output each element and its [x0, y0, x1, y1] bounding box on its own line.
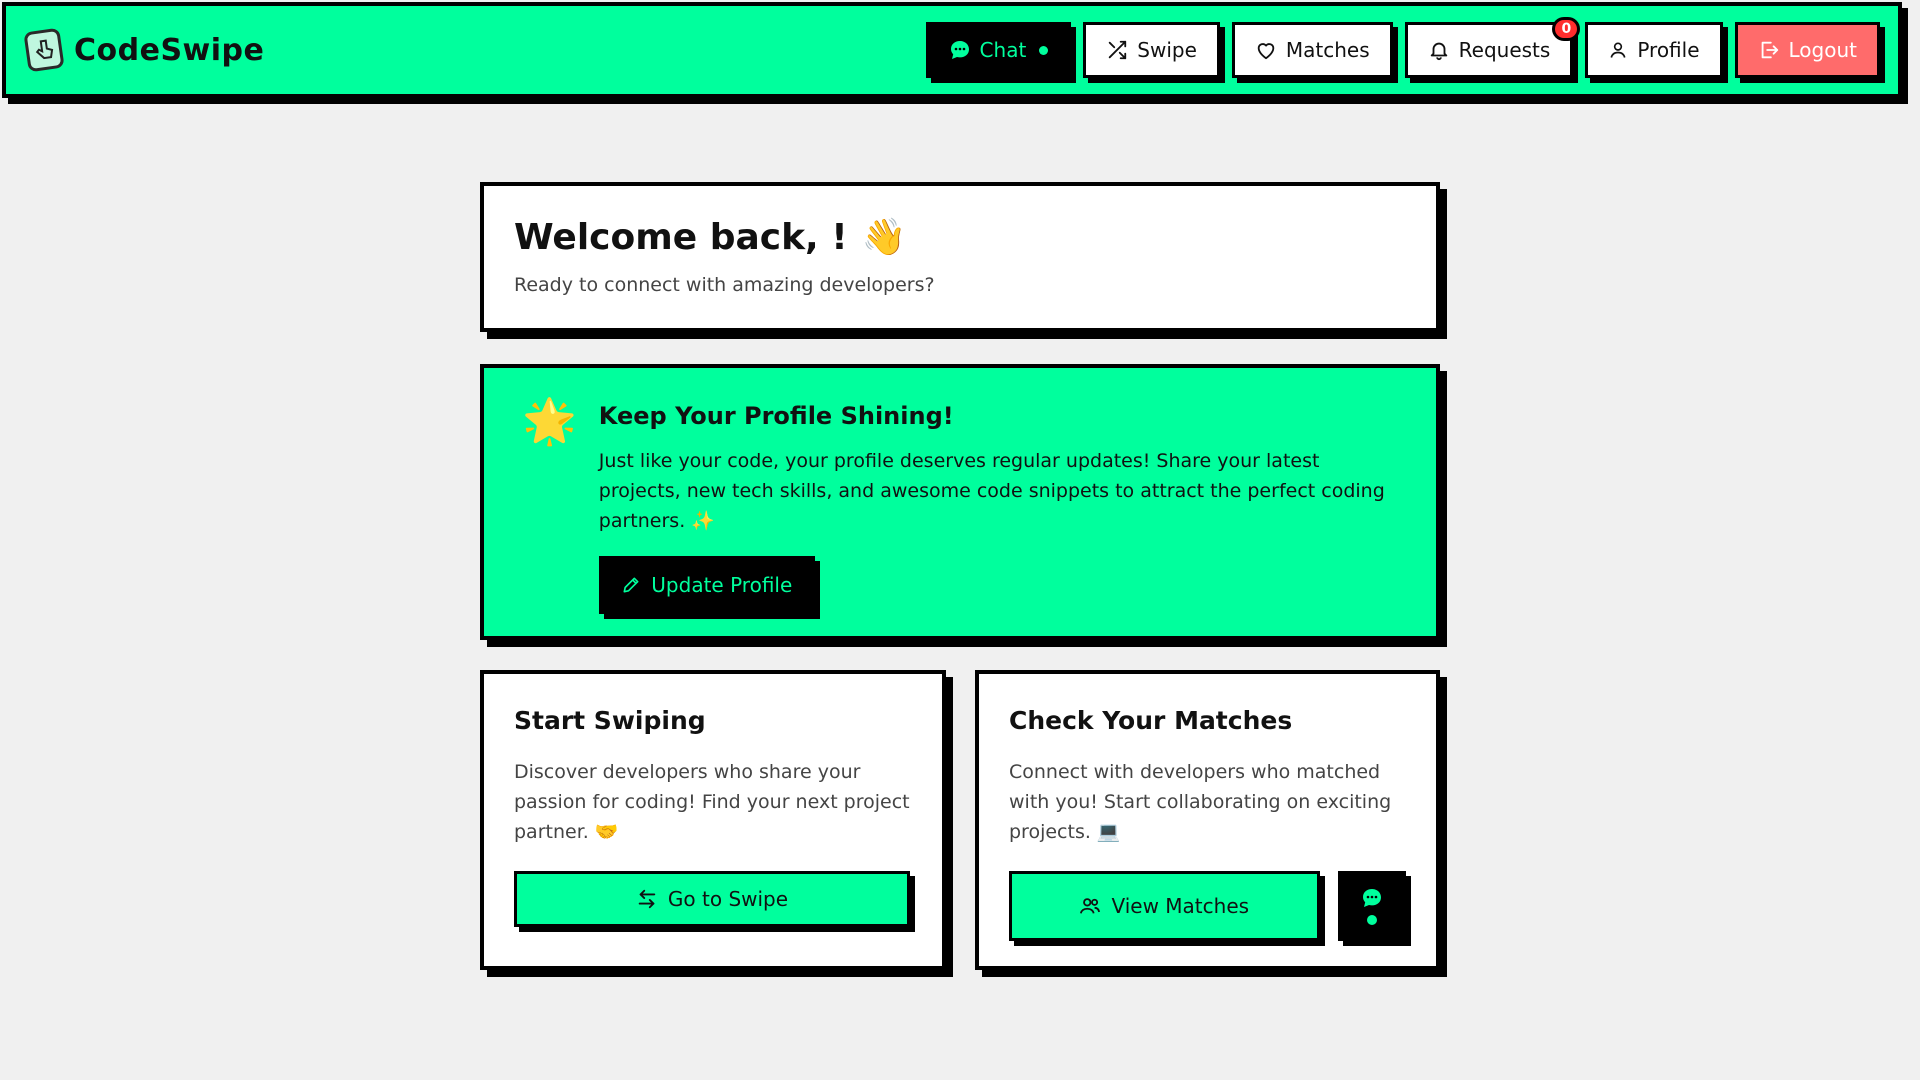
tip-text: Just like your code, your profile deserv…	[598, 450, 1385, 532]
brand[interactable]: CodeSwipe	[23, 27, 265, 73]
welcome-heading: Welcome back, ! 👋	[514, 216, 1406, 259]
profile-nav-button[interactable]: Profile	[1585, 22, 1723, 78]
tip-title: Keep Your Profile Shining!	[598, 402, 954, 430]
matches-nav-button[interactable]: Matches	[1231, 22, 1393, 78]
star-emoji: 🌟	[522, 396, 577, 447]
view-matches-button[interactable]: View Matches	[1009, 871, 1320, 941]
matches-nav-label: Matches	[1285, 38, 1370, 62]
check-matches-card: Check Your Matches Connect with develope…	[975, 670, 1440, 970]
logout-icon	[1758, 39, 1780, 61]
swap-arrows-icon	[636, 888, 658, 910]
logout-label: Logout	[1788, 38, 1857, 62]
start-swiping-card: Start Swiping Discover developers who sh…	[480, 670, 946, 970]
brand-name: CodeSwipe	[74, 32, 265, 68]
bell-icon	[1428, 39, 1450, 61]
waving-hand-emoji: 👋	[861, 217, 907, 258]
profile-nav-label: Profile	[1637, 38, 1700, 62]
chat-nav-label: Chat	[979, 38, 1027, 62]
swipe-nav-label: Swipe	[1137, 38, 1197, 62]
pointer-hand-card-icon	[23, 27, 65, 73]
users-icon	[1079, 895, 1101, 917]
user-icon	[1608, 40, 1628, 60]
update-profile-label: Update Profile	[651, 573, 793, 597]
pencil-icon	[621, 575, 641, 595]
online-indicator	[1039, 45, 1049, 55]
tip-body: Keep Your Profile Shining! Just like you…	[598, 396, 1400, 636]
requests-nav-button[interactable]: Requests 0	[1404, 17, 1581, 78]
check-matches-text: Connect with developers who matched with…	[1009, 761, 1392, 843]
heart-icon	[1255, 39, 1277, 61]
requests-count-badge: 0	[1552, 17, 1581, 41]
requests-nav-label: Requests	[1458, 38, 1551, 62]
go-to-swipe-label: Go to Swipe	[667, 887, 789, 911]
top-navbar: CodeSwipe Chat Swipe Matches Requests 0 …	[2, 2, 1902, 98]
go-to-swipe-button[interactable]: Go to Swipe	[514, 871, 910, 927]
matches-actions: View Matches	[1009, 871, 1406, 941]
chat-bubble-icon	[949, 39, 971, 61]
logout-button[interactable]: Logout	[1734, 22, 1880, 78]
check-matches-title: Check Your Matches	[1009, 706, 1293, 735]
chat-bubble-icon	[1361, 887, 1383, 909]
welcome-subtitle: Ready to connect with amazing developers…	[514, 274, 935, 296]
chat-nav-button[interactable]: Chat	[925, 22, 1072, 78]
welcome-card: Welcome back, ! 👋 Ready to connect with …	[480, 182, 1440, 332]
nav-buttons: Chat Swipe Matches Requests 0 Profile Lo…	[925, 17, 1880, 78]
update-profile-button[interactable]: Update Profile	[598, 556, 815, 614]
open-chat-button[interactable]	[1337, 871, 1406, 941]
shuffle-icon	[1106, 39, 1128, 61]
chat-online-dot	[1366, 915, 1377, 925]
start-swiping-title: Start Swiping	[514, 706, 706, 735]
welcome-title: Welcome back, !	[514, 216, 848, 258]
view-matches-label: View Matches	[1111, 894, 1250, 918]
profile-tip-card: 🌟 Keep Your Profile Shining! Just like y…	[480, 364, 1440, 640]
swipe-nav-button[interactable]: Swipe	[1083, 22, 1220, 78]
start-swiping-text: Discover developers who share your passi…	[514, 761, 910, 843]
